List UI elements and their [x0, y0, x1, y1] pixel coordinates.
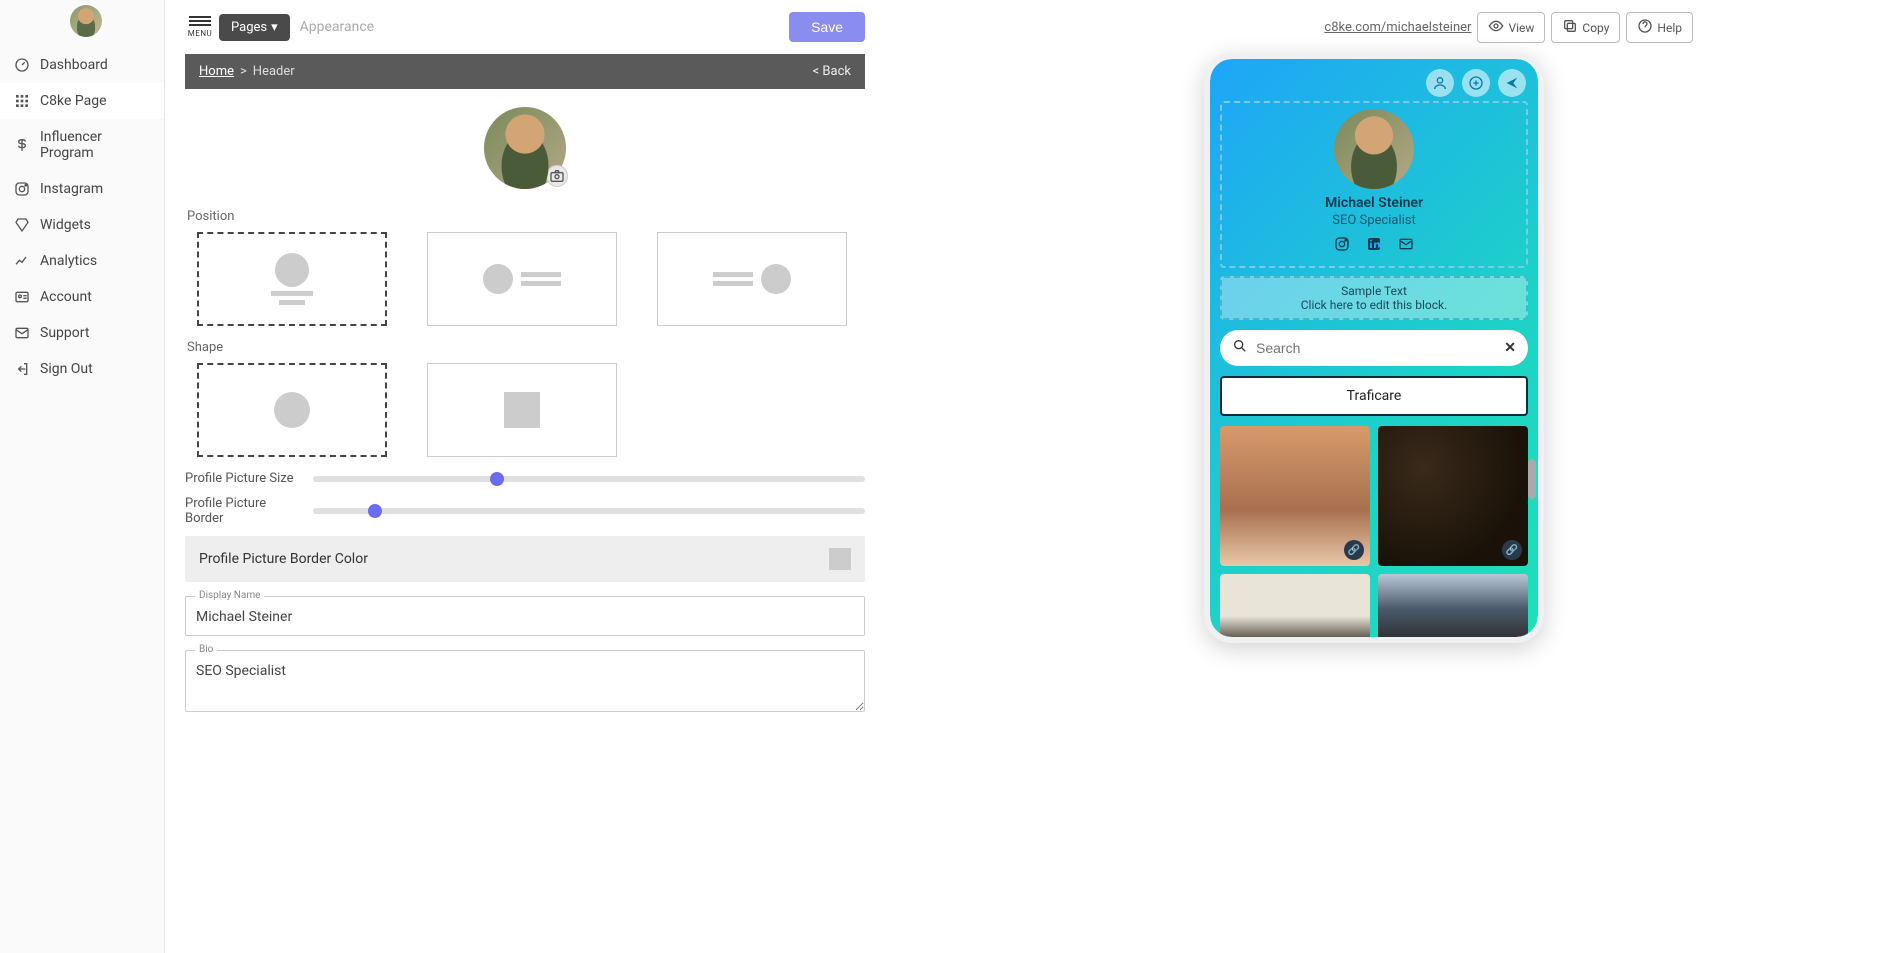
preview-search[interactable]: ✕ [1220, 330, 1528, 366]
profile-size-slider[interactable] [313, 476, 865, 482]
preview-profile-icon[interactable] [1426, 69, 1454, 97]
display-name-input[interactable] [185, 596, 865, 636]
shape-option-square[interactable] [427, 363, 617, 457]
profile-border-label: Profile Picture Border [185, 496, 295, 526]
bio-input[interactable] [185, 650, 865, 712]
sidebar-item-label: Account [40, 289, 92, 305]
breadcrumb: Home > Header < Back [185, 54, 865, 89]
menu-label: MENU [188, 29, 212, 38]
sidebar-item-label: Widgets [40, 217, 91, 233]
search-icon [1232, 338, 1248, 358]
preview-grid-item[interactable] [1220, 574, 1370, 637]
position-option-right[interactable] [657, 232, 847, 326]
profile-size-label: Profile Picture Size [185, 471, 295, 486]
diamond-icon [14, 217, 30, 233]
sample-sub: Click here to edit this block. [1228, 298, 1520, 312]
sign-out-icon [14, 361, 30, 377]
position-option-left[interactable] [427, 232, 617, 326]
linkedin-icon[interactable] [1366, 236, 1382, 256]
sidebar-item-label: Sign Out [40, 361, 93, 377]
sidebar-item-analytics[interactable]: Analytics [0, 243, 164, 279]
sidebar-item-label: Dashboard [40, 57, 108, 73]
avatar[interactable] [70, 5, 102, 37]
search-input[interactable] [1256, 340, 1496, 356]
sidebar-item-label: Support [40, 325, 89, 341]
preview-grid-item[interactable]: 🔗 [1378, 426, 1528, 566]
appearance-label: Appearance [300, 19, 374, 35]
preview-sample-block[interactable]: Sample Text Click here to edit this bloc… [1220, 276, 1528, 320]
chevron-down-icon: ▾ [271, 20, 278, 35]
breadcrumb-current: Header [253, 64, 295, 79]
preview-avatar [1334, 109, 1414, 189]
scrollbar[interactable] [1528, 459, 1536, 499]
help-button[interactable]: Help [1626, 12, 1693, 43]
breadcrumb-home[interactable]: Home [199, 64, 234, 79]
instagram-icon [14, 181, 30, 197]
dollar-icon [14, 137, 30, 153]
copy-icon [1562, 18, 1578, 37]
sidebar-item-dashboard[interactable]: Dashboard [0, 47, 164, 83]
sidebar-item-account[interactable]: Account [0, 279, 164, 315]
profile-picture[interactable] [484, 107, 566, 189]
position-option-center[interactable] [197, 232, 387, 326]
sample-title: Sample Text [1228, 284, 1520, 298]
link-icon: 🔗 [1344, 540, 1364, 560]
mail-icon[interactable] [1398, 236, 1414, 256]
menu-button[interactable]: MENU [185, 12, 215, 42]
preview-traficare-button[interactable]: Traficare [1220, 376, 1528, 416]
preview-share-icon[interactable] [1498, 69, 1526, 97]
border-color-label: Profile Picture Border Color [199, 551, 368, 567]
sidebar-item-instagram[interactable]: Instagram [0, 171, 164, 207]
grid-icon [14, 93, 30, 109]
preview-grid-item[interactable]: 🔗 [1220, 426, 1370, 566]
phone-preview: Michael Steiner SEO Specialist Sample Te… [1204, 53, 1544, 643]
pages-label: Pages [231, 20, 267, 35]
back-button[interactable]: < Back [813, 64, 851, 79]
chart-icon [14, 253, 30, 269]
save-button[interactable]: Save [789, 12, 865, 42]
clear-icon[interactable]: ✕ [1504, 340, 1516, 356]
preview-grid-item[interactable] [1378, 574, 1528, 637]
sidebar-item-widgets[interactable]: Widgets [0, 207, 164, 243]
profile-border-slider[interactable] [313, 508, 865, 514]
pages-dropdown[interactable]: Pages ▾ [219, 14, 290, 41]
camera-icon[interactable] [546, 165, 568, 187]
breadcrumb-separator: > [240, 64, 247, 79]
sidebar-item-sign-out[interactable]: Sign Out [0, 351, 164, 387]
sidebar-item-influencer-program[interactable]: Influencer Program [0, 119, 164, 171]
preview-header-block[interactable]: Michael Steiner SEO Specialist [1220, 101, 1528, 268]
sidebar-item-support[interactable]: Support [0, 315, 164, 351]
sidebar-item-label: C8ke Page [40, 93, 107, 109]
eye-icon [1488, 18, 1504, 37]
help-icon [1637, 18, 1653, 37]
position-label: Position [185, 209, 865, 224]
sidebar-item-label: Analytics [40, 253, 97, 269]
color-swatch[interactable] [829, 548, 851, 570]
gauge-icon [14, 57, 30, 73]
sidebar-item-label: Instagram [40, 181, 103, 197]
copy-button[interactable]: Copy [1551, 12, 1620, 43]
sidebar-item-label: Influencer Program [40, 129, 150, 161]
link-icon: 🔗 [1502, 540, 1522, 560]
shape-label: Shape [185, 340, 865, 355]
sidebar-item-c8ke-page[interactable]: C8ke Page [0, 83, 164, 119]
mail-icon [14, 325, 30, 341]
preview-bio: SEO Specialist [1222, 213, 1526, 228]
shape-option-circle[interactable] [197, 363, 387, 457]
view-button[interactable]: View [1477, 12, 1545, 43]
display-name-label: Display Name [195, 590, 264, 601]
border-color-row[interactable]: Profile Picture Border Color [185, 536, 865, 582]
bio-label: Bio [195, 644, 217, 655]
id-card-icon [14, 289, 30, 305]
instagram-icon[interactable] [1334, 236, 1350, 256]
preview-add-icon[interactable] [1462, 69, 1490, 97]
preview-name: Michael Steiner [1222, 195, 1526, 211]
profile-url-link[interactable]: c8ke.com/michaelsteiner [1324, 20, 1471, 35]
